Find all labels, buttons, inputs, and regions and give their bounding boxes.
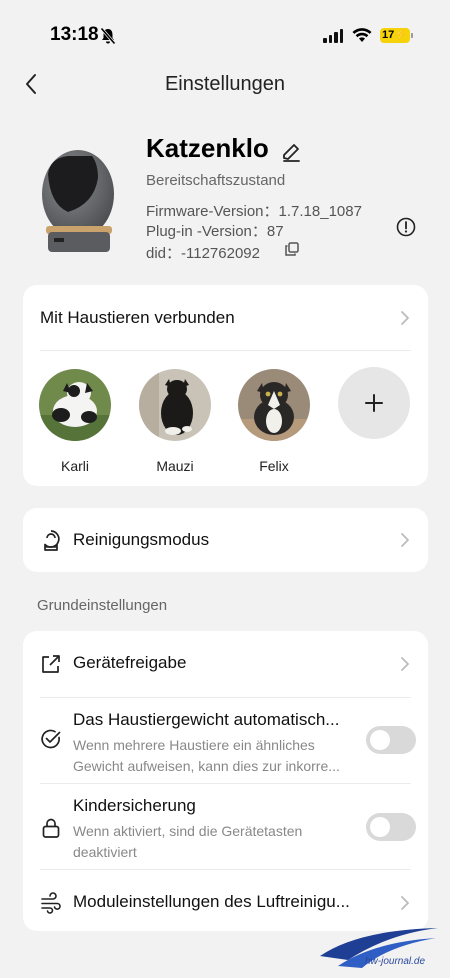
toggle-knob (370, 730, 390, 750)
chevron-right-icon[interactable] (400, 656, 410, 672)
pet-item-mauzi[interactable]: Mauzi (139, 369, 211, 474)
battery-indicator: 17⚡ (380, 28, 410, 43)
battery-level: 17 (382, 29, 395, 41)
device-status: Bereitschaftszustand (146, 172, 286, 189)
lock-icon (42, 818, 60, 838)
page-title: Einstellungen (164, 73, 286, 95)
plus-icon (365, 394, 383, 412)
copy-icon[interactable] (285, 242, 299, 256)
pet-name: Karli (60, 458, 89, 474)
share-external-icon (42, 655, 60, 673)
battery-tip (411, 33, 413, 38)
auto-weight-label: Das Haustiergewicht automatisch... (73, 710, 340, 729)
watermark-text: hw-journal.de (365, 956, 426, 967)
check-circle-icon (41, 729, 61, 749)
auto-weight-toggle[interactable] (366, 726, 416, 754)
auto-weight-row: Das Haustiergewicht automatisch... Wenn … (23, 698, 428, 783)
auto-weight-description: Wenn mehrere Haustiere ein ähnliches Gew… (73, 735, 363, 777)
pet-avatar (39, 369, 111, 441)
nav-bar: Einstellungen (0, 62, 450, 106)
cleaning-mode-label: Reinigungsmodus (73, 530, 210, 549)
divider (40, 350, 411, 351)
device-sharing-row[interactable]: Gerätefreigabe (23, 631, 428, 697)
wifi-icon (352, 28, 372, 42)
cleaning-mode-icon (44, 530, 60, 551)
device-info: Katzenklo Bereitschaftszustand Firmware-… (0, 130, 450, 270)
silent-bell-icon (100, 27, 116, 45)
chevron-right-icon[interactable] (400, 895, 410, 911)
firmware-version: Firmware-Version：1.7.18_1087 (146, 203, 362, 220)
pet-name: Mauzi (156, 458, 194, 474)
device-sharing-label: Gerätefreigabe (73, 653, 187, 672)
litter-box-image (42, 150, 114, 252)
chevron-right-icon[interactable] (400, 532, 410, 548)
pets-header[interactable]: Mit Haustieren verbunden (40, 308, 235, 328)
airflow-icon (41, 892, 61, 914)
pet-item-karli[interactable]: Karli (39, 369, 111, 474)
pet-avatar (238, 369, 310, 441)
child-lock-row: Kindersicherung Wenn aktiviert, sind die… (23, 784, 428, 869)
basic-settings-card: Gerätefreigabe Das Haustiergewicht autom… (23, 631, 428, 931)
device-id: did：-112762092 (146, 245, 260, 262)
edit-pencil-icon[interactable] (280, 141, 302, 163)
pets-card: Mit Haustieren verbunden Karli Mauzi Fel… (23, 285, 428, 486)
child-lock-description-line: Wenn aktiviert, sind die Gerätetasten (73, 823, 303, 839)
status-bar: 13:18 17⚡ (0, 0, 450, 60)
clock: 13:18 (50, 24, 99, 45)
device-name: Katzenklo (146, 133, 269, 163)
pet-item-felix[interactable]: Felix (238, 369, 310, 474)
child-lock-label: Kindersicherung (73, 796, 196, 815)
add-pet-button[interactable] (338, 367, 410, 439)
plugin-version: Plug-in -Version：87 (146, 223, 284, 240)
auto-weight-description-line: Wenn mehrere Haustiere ein ähnliches (73, 737, 315, 753)
auto-weight-description-line: Gewicht aufweisen, kann dies zur inkorre… (73, 758, 340, 774)
section-label-basic-settings: Grundeinstellungen (37, 597, 168, 614)
cleaning-mode-row[interactable]: Reinigungsmodus (23, 508, 428, 572)
child-lock-toggle[interactable] (366, 813, 416, 841)
cellular-signal-icon (323, 29, 343, 43)
chevron-right-icon[interactable] (400, 310, 410, 326)
air-purifier-module-label: Moduleinstellungen des Luftreinigu... (73, 892, 350, 911)
pet-avatar (139, 369, 211, 441)
child-lock-description: Wenn aktiviert, sind die Gerätetasten de… (73, 821, 363, 863)
child-lock-description-line: deaktiviert (73, 844, 137, 860)
toggle-knob (370, 817, 390, 837)
pet-name: Felix (259, 458, 289, 474)
info-icon[interactable] (396, 217, 416, 237)
